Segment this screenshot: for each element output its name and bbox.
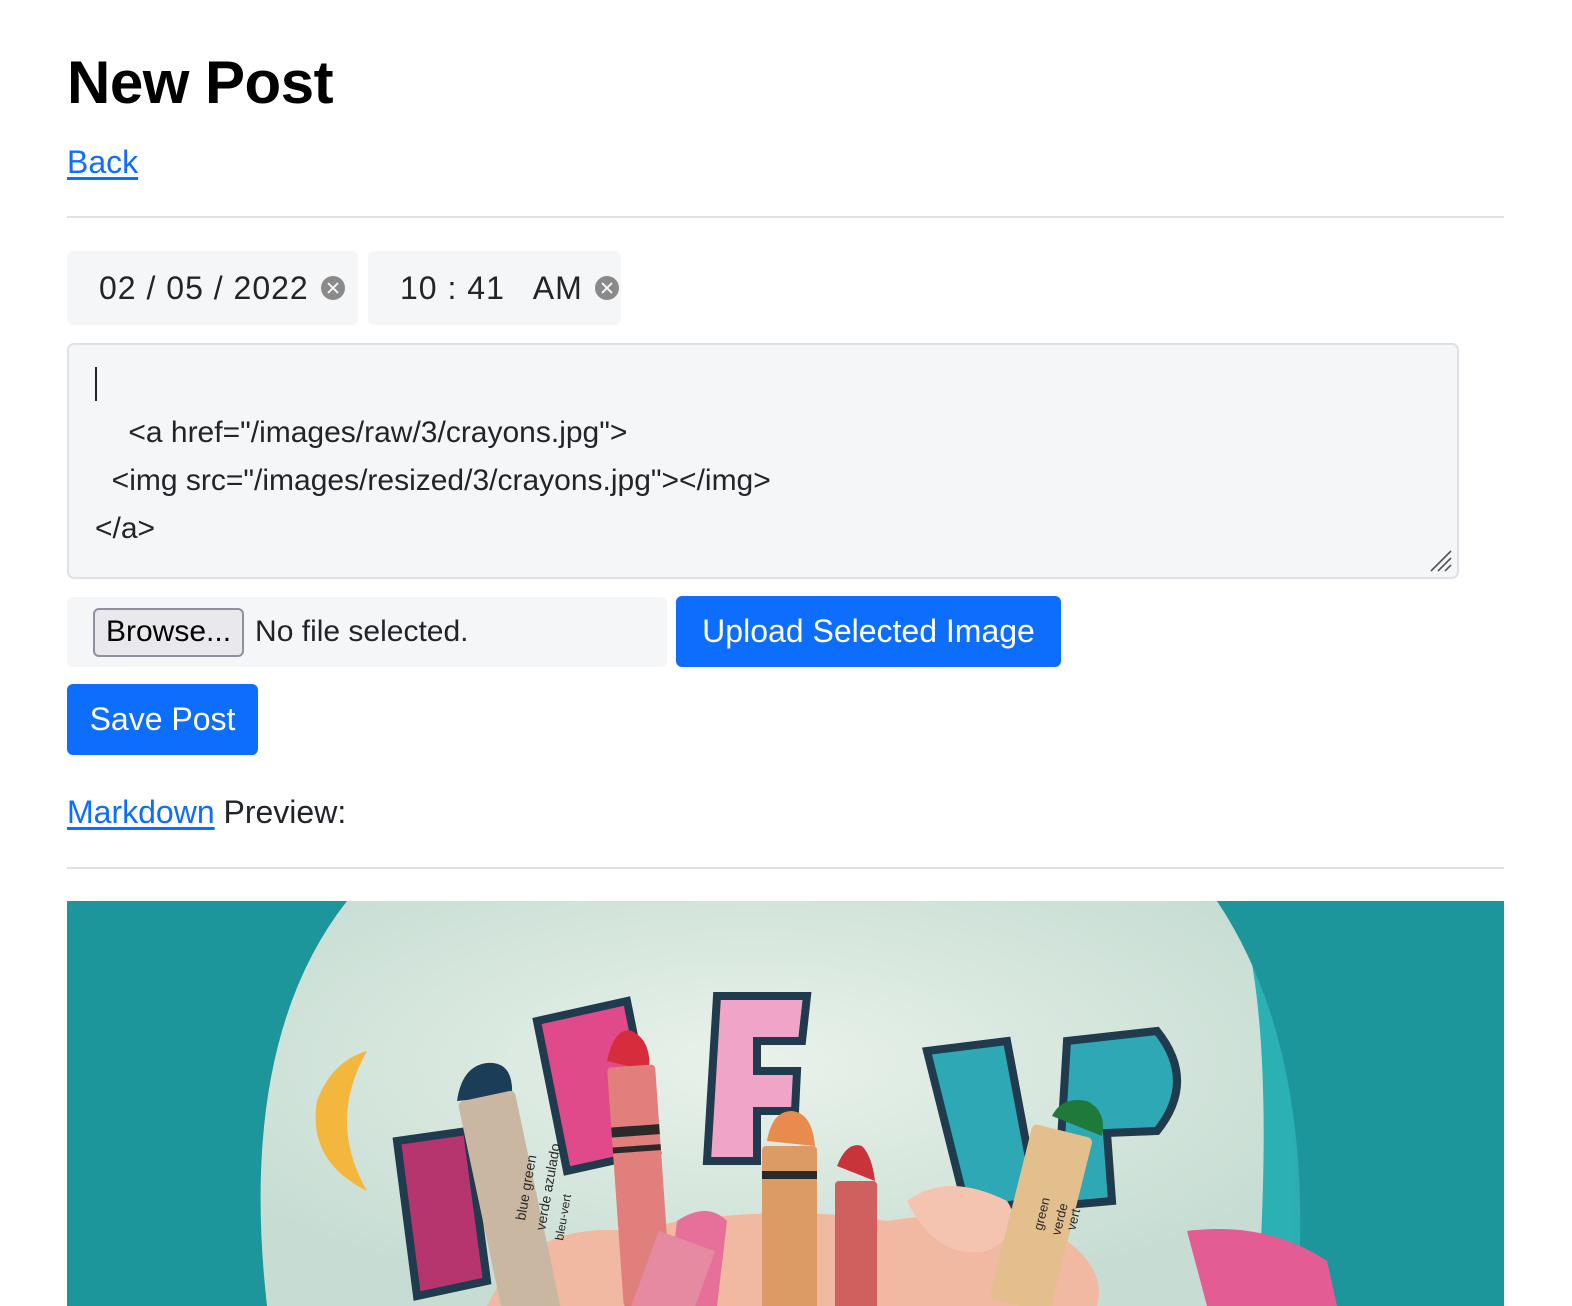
preview-image[interactable]: blue green verde azulado bleu-vert green…	[67, 901, 1504, 1306]
file-input[interactable]: Browse... No file selected.	[67, 597, 667, 667]
back-link[interactable]: Back	[67, 140, 138, 184]
preview-divider	[67, 867, 1504, 869]
top-divider	[67, 216, 1504, 218]
date-value[interactable]: 02 / 05 / 2022	[99, 270, 309, 307]
crayons-photo: blue green verde azulado bleu-vert green…	[67, 901, 1504, 1306]
page-title: New Post	[67, 49, 334, 116]
post-body-text[interactable]: <a href="/images/raw/3/crayons.jpg"> <im…	[95, 416, 771, 545]
browse-button[interactable]: Browse...	[93, 607, 245, 657]
new-post-page: New Post Back 02 / 05 / 2022 10 : 41 AM …	[0, 0, 1572, 1306]
preview-heading: Markdown Preview:	[67, 790, 346, 834]
time-value[interactable]: 10 : 41 AM	[400, 270, 583, 307]
date-input[interactable]: 02 / 05 / 2022	[67, 251, 358, 325]
upload-image-button[interactable]: Upload Selected Image	[676, 596, 1061, 667]
post-body-textarea[interactable]: <a href="/images/raw/3/crayons.jpg"> <im…	[67, 343, 1459, 579]
markdown-link[interactable]: Markdown	[67, 794, 215, 830]
preview-label: Preview:	[223, 794, 347, 830]
text-caret	[95, 367, 97, 401]
clear-date-icon[interactable]	[320, 276, 345, 300]
clear-time-icon[interactable]	[594, 276, 619, 300]
save-post-button[interactable]: Save Post	[67, 684, 258, 755]
resize-grip-icon[interactable]	[1429, 549, 1453, 573]
file-status-text: No file selected.	[255, 615, 469, 648]
time-input[interactable]: 10 : 41 AM	[368, 251, 621, 325]
